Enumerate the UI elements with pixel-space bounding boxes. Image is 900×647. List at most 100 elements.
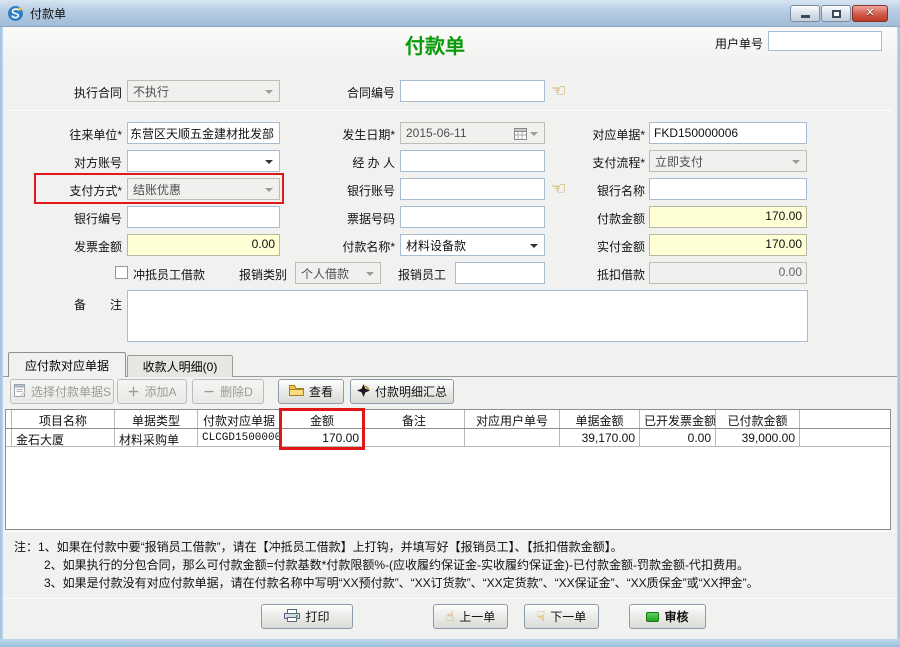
col-doc-amount: 单据金额 bbox=[560, 410, 640, 428]
invoice-amount-field: 0.00 bbox=[127, 234, 280, 256]
pay-name-label: 付款名称* bbox=[300, 238, 395, 255]
minimize-button[interactable] bbox=[790, 5, 820, 22]
minimize-icon bbox=[801, 15, 810, 18]
invoice-amount-label: 发票金额 bbox=[30, 238, 122, 255]
delete-row-button[interactable]: － 删除D bbox=[192, 379, 264, 404]
cell-amount: 170.00 bbox=[281, 429, 364, 446]
col-ref-doc: 付款对应单据 bbox=[198, 410, 281, 428]
payable-docs-table: 项目名称 单据类型 付款对应单据 金额 备注 对应用户单号 单据金额 已开发票金… bbox=[5, 409, 891, 530]
plus-icon: ＋ bbox=[127, 386, 139, 398]
titlebar: 付款单 bbox=[0, 0, 900, 27]
chevron-down-icon bbox=[530, 244, 538, 248]
hand-up-icon: ☝ bbox=[446, 610, 455, 624]
offset-loan-checkbox[interactable] bbox=[115, 266, 128, 279]
cell-doc-type: 材料采购单 bbox=[115, 429, 198, 446]
exec-contract-label: 执行合同 bbox=[30, 84, 122, 101]
chevron-down-icon bbox=[792, 160, 800, 164]
reimburse-emp-label: 报销员工 bbox=[396, 266, 446, 283]
app-logo-icon bbox=[7, 5, 24, 22]
opp-account-select[interactable] bbox=[127, 150, 280, 172]
maximize-button[interactable] bbox=[821, 5, 851, 22]
close-button[interactable]: ✕ bbox=[852, 5, 888, 22]
view-button[interactable]: 查看 bbox=[278, 379, 344, 404]
actual-amount-label: 实付金额 bbox=[565, 238, 645, 255]
bank-account-input[interactable] bbox=[400, 178, 545, 200]
chevron-down-icon bbox=[530, 132, 538, 136]
pay-flow-label: 支付流程* bbox=[565, 154, 645, 171]
payment-summary-button[interactable]: 付款明细汇总 bbox=[350, 379, 454, 404]
divider bbox=[8, 110, 892, 111]
counterpart-input[interactable] bbox=[127, 122, 280, 144]
contract-no-label: 合同编号 bbox=[300, 84, 395, 101]
remark-textarea[interactable] bbox=[127, 290, 808, 342]
document-icon bbox=[13, 384, 26, 400]
cell-invoiced-amount: 0.00 bbox=[640, 429, 716, 446]
pay-amount-field: 170.00 bbox=[649, 206, 807, 228]
pay-method-label: 支付方式* bbox=[30, 182, 122, 199]
col-paid-amount: 已付款金额 bbox=[716, 410, 800, 428]
audit-green-icon bbox=[646, 612, 659, 622]
bank-name-input[interactable] bbox=[649, 178, 807, 200]
table-row[interactable]: 金石大厦 材料采购单 CLCGD150000017 170.00 39,170.… bbox=[6, 429, 890, 447]
divider bbox=[3, 598, 897, 599]
pay-method-select[interactable]: 结账优惠 bbox=[127, 178, 280, 200]
pay-amount-label: 付款金额 bbox=[565, 210, 645, 227]
pick-bank-account-icon[interactable]: ☜ bbox=[551, 181, 566, 198]
exec-contract-select[interactable]: 不执行 bbox=[127, 80, 280, 102]
previous-doc-button[interactable]: ☝ 上一单 bbox=[433, 604, 508, 629]
window-title: 付款单 bbox=[30, 5, 66, 22]
window-border-left bbox=[0, 27, 3, 647]
hand-down-icon: ☟ bbox=[537, 610, 546, 624]
pick-contract-icon[interactable]: ☜ bbox=[551, 83, 566, 100]
col-doc-type: 单据类型 bbox=[115, 410, 198, 428]
next-doc-button[interactable]: ☟ 下一单 bbox=[524, 604, 599, 629]
counterpart-label: 往来单位* bbox=[30, 126, 122, 143]
bank-no-input[interactable] bbox=[127, 206, 280, 228]
contract-no-input[interactable] bbox=[400, 80, 545, 102]
col-invoiced-amount: 已开发票金额 bbox=[640, 410, 716, 428]
handler-input[interactable] bbox=[400, 150, 545, 172]
note-line-3: 3、如果是付款没有对应付款单据，请在付款名称中写明“XX预付款”、“XX订货款”… bbox=[44, 574, 759, 591]
select-payment-doc-button[interactable]: 选择付款单据S bbox=[10, 379, 114, 404]
cell-paid-amount: 39,000.00 bbox=[716, 429, 800, 446]
print-button[interactable]: 打印 bbox=[261, 604, 353, 629]
calendar-icon bbox=[514, 127, 527, 143]
user-doc-input[interactable] bbox=[768, 31, 882, 51]
reimburse-type-select[interactable]: 个人借款 bbox=[295, 262, 381, 284]
deduct-loan-label: 抵扣借款 bbox=[565, 266, 645, 283]
col-remark: 备注 bbox=[364, 410, 465, 428]
chevron-down-icon bbox=[265, 90, 273, 94]
cell-doc-amount: 39,170.00 bbox=[560, 429, 640, 446]
user-doc-label: 用户单号 bbox=[683, 35, 763, 52]
pay-flow-select[interactable]: 立即支付 bbox=[649, 150, 807, 172]
summary-star-icon bbox=[357, 384, 370, 400]
reimburse-type-label: 报销类别 bbox=[227, 266, 287, 283]
deduct-loan-field: 0.00 bbox=[649, 262, 807, 284]
window-border-bottom bbox=[0, 639, 900, 647]
close-icon: ✕ bbox=[865, 8, 874, 19]
chevron-down-icon bbox=[265, 188, 273, 192]
cell-ref-doc: CLCGD150000017 bbox=[198, 429, 281, 446]
handler-label: 经 办 人 bbox=[300, 154, 395, 171]
ref-doc-input[interactable] bbox=[649, 122, 807, 144]
audit-button[interactable]: 审核 bbox=[629, 604, 706, 629]
col-project-name: 项目名称 bbox=[12, 410, 115, 428]
note-line-2: 2、如果执行的分包合同，那么可付款金额=付款基数*付款限额%-(应收履约保证金-… bbox=[44, 556, 749, 573]
pay-name-select[interactable]: 材料设备款 bbox=[400, 234, 545, 256]
col-amount: 金额 bbox=[281, 410, 364, 428]
tab-payee-detail[interactable]: 收款人明细(0) bbox=[127, 355, 233, 377]
cell-remark bbox=[364, 429, 465, 446]
chevron-down-icon bbox=[265, 160, 273, 164]
occur-date-picker[interactable]: 2015-06-11 bbox=[400, 122, 545, 144]
remark-label: 备 注 bbox=[30, 296, 122, 313]
reimburse-emp-input[interactable] bbox=[455, 262, 545, 284]
bill-no-input[interactable] bbox=[400, 206, 545, 228]
ref-doc-label: 对应单据* bbox=[565, 126, 645, 143]
opp-account-label: 对方账号 bbox=[30, 154, 122, 171]
add-row-button[interactable]: ＋ 添加A bbox=[117, 379, 187, 404]
tab-payable-docs[interactable]: 应付款对应单据 bbox=[8, 352, 126, 377]
table-header-row: 项目名称 单据类型 付款对应单据 金额 备注 对应用户单号 单据金额 已开发票金… bbox=[6, 410, 890, 429]
chevron-down-icon bbox=[366, 272, 374, 276]
col-user-doc-no: 对应用户单号 bbox=[465, 410, 560, 428]
bank-no-label: 银行编号 bbox=[30, 210, 122, 227]
